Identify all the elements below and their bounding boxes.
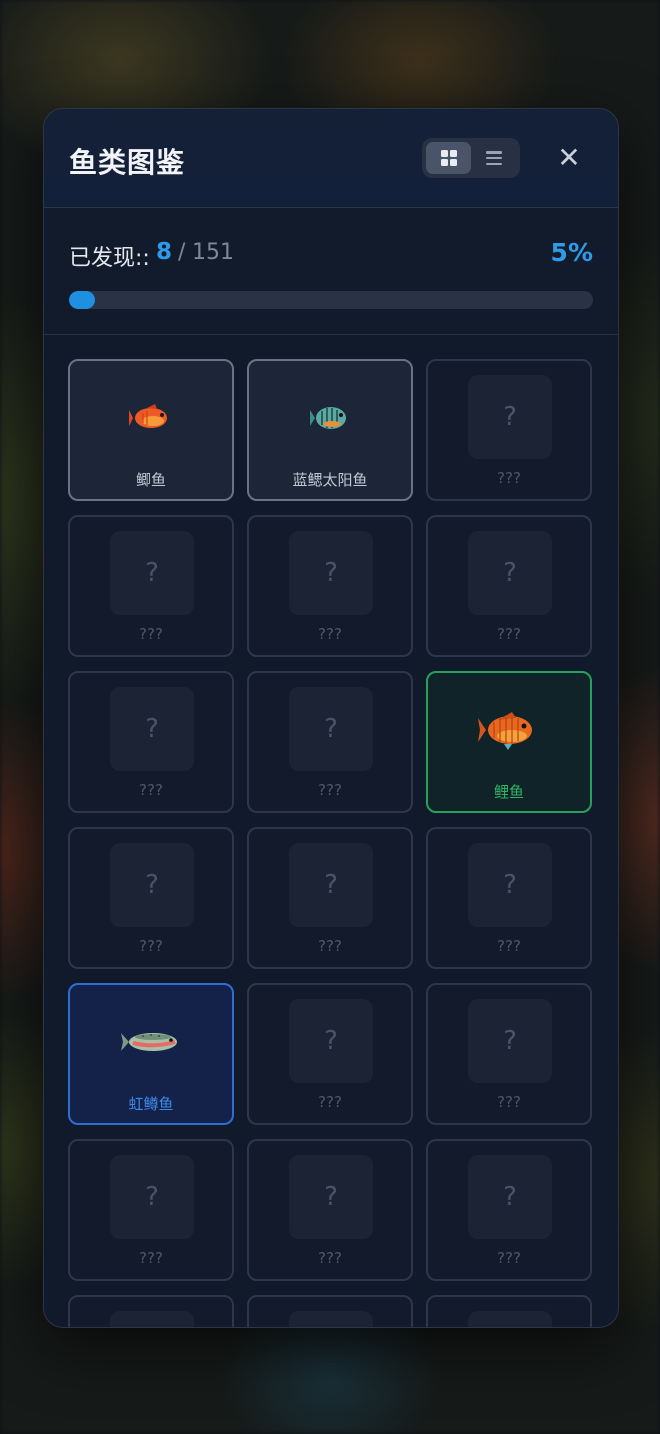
fish-card-label: ??? <box>318 1093 342 1111</box>
bluegill-icon <box>249 383 411 453</box>
modal-header: 鱼类图鉴 ✕ <box>44 109 618 208</box>
fish-card[interactable]: 鲫鱼 <box>68 359 234 501</box>
fish-card[interactable]: ???? <box>247 827 413 969</box>
fish-card-label: ??? <box>318 781 342 799</box>
fish-card[interactable]: 鲤鱼 <box>426 671 592 813</box>
fish-card-label: ??? <box>497 625 521 643</box>
discovery-progress: 已发现:: 8 / 151 5% <box>44 208 618 335</box>
unknown-fish-placeholder: ? <box>468 1155 552 1239</box>
unknown-fish-placeholder: ? <box>468 999 552 1083</box>
fish-card[interactable]: ???? <box>426 1139 592 1281</box>
fish-card[interactable]: ???? <box>247 983 413 1125</box>
unknown-fish-placeholder <box>289 1311 373 1327</box>
close-button[interactable]: ✕ <box>552 141 586 175</box>
fish-card-label: ??? <box>139 781 163 799</box>
unknown-fish-placeholder: ? <box>110 687 194 771</box>
unknown-fish-placeholder: ? <box>289 999 373 1083</box>
fish-card[interactable]: ???? <box>247 1139 413 1281</box>
progress-bar <box>69 291 593 309</box>
fish-card[interactable]: ???? <box>68 515 234 657</box>
grid-view-button[interactable] <box>426 142 471 174</box>
fish-card-label: ??? <box>318 937 342 955</box>
fish-card[interactable]: 虹鳟鱼 <box>68 983 234 1125</box>
fish-card-label: ??? <box>318 625 342 643</box>
unknown-fish-placeholder <box>468 1311 552 1327</box>
found-separator: / <box>178 240 186 265</box>
unknown-fish-placeholder: ? <box>289 843 373 927</box>
unknown-fish-placeholder: ? <box>289 687 373 771</box>
fish-card[interactable]: ???? <box>426 983 592 1125</box>
found-count: 8 <box>156 239 173 265</box>
close-icon: ✕ <box>557 141 581 174</box>
unknown-fish-placeholder: ? <box>468 843 552 927</box>
unknown-fish-placeholder: ? <box>289 1155 373 1239</box>
modal-title: 鱼类图鉴 <box>69 146 186 179</box>
fish-card-label: 蓝鳃太阳鱼 <box>292 471 368 489</box>
crucian-carp-icon <box>70 383 232 453</box>
progress-percent: 5% <box>550 238 593 267</box>
unknown-fish-placeholder: ? <box>468 531 552 615</box>
list-view-button[interactable] <box>471 142 516 174</box>
fish-card[interactable]: 蓝鳃太阳鱼 <box>247 359 413 501</box>
fish-card-label: ??? <box>497 937 521 955</box>
fish-grid: 鲫鱼 蓝鳃太阳鱼???????????????????????? 鲤鱼???????… <box>68 359 596 1327</box>
fish-card[interactable]: ???? <box>426 827 592 969</box>
fish-card[interactable]: ???? <box>68 671 234 813</box>
fish-card-label: ??? <box>497 469 521 487</box>
fish-card-label: 鲤鱼 <box>493 783 524 801</box>
fish-card[interactable]: ???? <box>247 671 413 813</box>
fish-card[interactable]: ???? <box>426 359 592 501</box>
list-icon <box>485 151 502 165</box>
fish-card-label: 虹鳟鱼 <box>128 1095 174 1113</box>
fish-card-label: ??? <box>139 937 163 955</box>
unknown-fish-placeholder <box>110 1311 194 1327</box>
grid-icon <box>440 150 457 166</box>
fish-card[interactable]: ???? <box>68 1139 234 1281</box>
fish-card-label: ??? <box>497 1093 521 1111</box>
fish-card[interactable] <box>426 1295 592 1327</box>
fish-card[interactable] <box>247 1295 413 1327</box>
fish-card[interactable]: ???? <box>426 515 592 657</box>
fish-card[interactable]: ???? <box>247 515 413 657</box>
view-toggle <box>422 138 520 178</box>
fish-card-label: ??? <box>139 625 163 643</box>
unknown-fish-placeholder: ? <box>110 531 194 615</box>
found-total: 151 <box>192 240 234 265</box>
fish-card-label: ??? <box>497 1249 521 1267</box>
fish-encyclopedia-modal: 鱼类图鉴 ✕ 已发现:: 8 / 151 5% 鲫鱼 蓝鳃太阳鱼?????????… <box>43 108 619 1328</box>
unknown-fish-placeholder: ? <box>110 843 194 927</box>
progress-bar-fill <box>69 291 95 309</box>
rainbow-trout-icon <box>70 1007 232 1077</box>
fish-card-label: ??? <box>139 1249 163 1267</box>
unknown-fish-placeholder: ? <box>289 531 373 615</box>
carp-icon <box>428 695 590 765</box>
found-label: 已发现:: <box>69 246 150 271</box>
fish-card-label: 鲫鱼 <box>135 471 166 489</box>
fish-card[interactable] <box>68 1295 234 1327</box>
unknown-fish-placeholder: ? <box>110 1155 194 1239</box>
fish-card-label: ??? <box>318 1249 342 1267</box>
fish-card[interactable]: ???? <box>68 827 234 969</box>
unknown-fish-placeholder: ? <box>468 375 552 459</box>
